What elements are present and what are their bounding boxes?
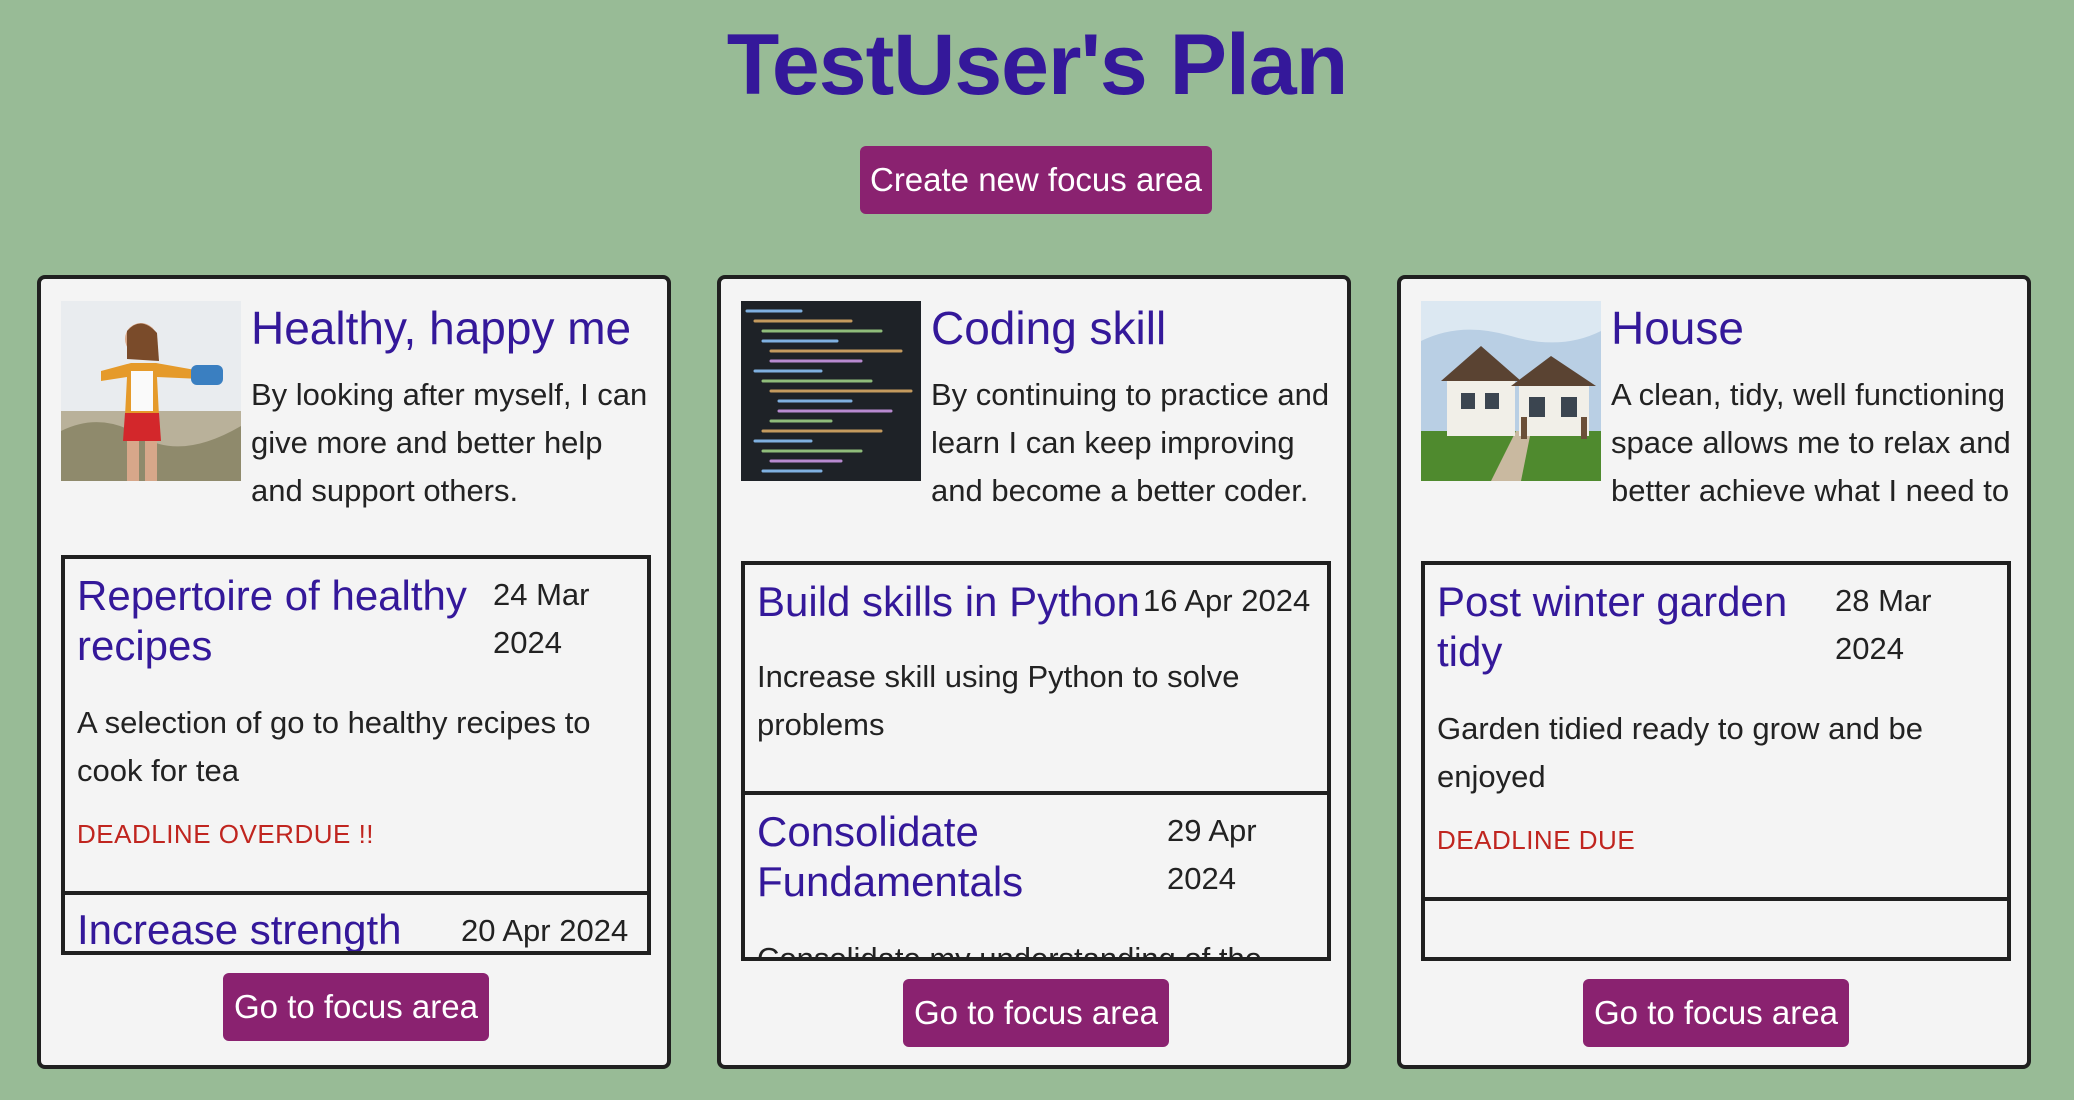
focus-area-image [1421,301,1601,481]
focus-area-card: Healthy, happy me By looking after mysel… [37,275,671,1069]
page-title: TestUser's Plan [726,17,1348,113]
house-icon [1421,301,1601,481]
goal-date: 16 Apr 2024 [1143,583,1311,618]
goal-title[interactable]: Post winter garden tidy [1437,577,1817,677]
woman-outdoors-icon [61,301,241,481]
goals-list[interactable]: Repertoire of healthy recipes 24 Mar 202… [61,555,651,955]
deadline-status: DEADLINE OVERDUE !! [77,819,375,849]
code-editor-icon [741,301,921,481]
create-focus-area-button[interactable]: Create new focus area [860,146,1212,214]
focus-area-description: By continuing to practice and learn I ca… [931,377,1330,508]
goal-item[interactable]: Consolidate Fundamentals 29 Apr 2024 Con… [745,795,1327,961]
focus-area-title: Coding skill [931,302,1167,354]
goal-item[interactable]: Post winter garden tidy 28 Mar 2024 Gard… [1425,565,2007,901]
goal-title[interactable]: Increase strength [77,905,402,951]
focus-area-description: A clean, tidy, well functioning space al… [1611,377,2011,508]
goal-description: Garden tidied ready to grow and be enjoy… [1437,711,1923,794]
goal-date: 28 Mar 2024 [1835,583,1932,666]
goal-description: A selection of go to healthy recipes to … [77,705,591,788]
focus-area-image [61,301,241,481]
deadline-status: DEADLINE DUE [1437,825,1636,855]
goal-description: Increase skill using Python to solve pro… [757,659,1240,742]
goals-list[interactable]: Post winter garden tidy 28 Mar 2024 Gard… [1421,561,2011,961]
plan-page: TestUser's Plan Create new focus area He… [0,0,2074,1100]
goal-item[interactable]: Build skills in Python 16 Apr 2024 Incre… [745,565,1327,795]
goal-title[interactable]: Build skills in Python [757,577,1140,627]
focus-area-image [741,301,921,481]
goal-description: Consolidate my understanding of the [757,941,1262,961]
focus-area-title: House [1611,302,1744,354]
go-to-focus-area-button[interactable]: Go to focus area [223,973,489,1041]
goal-title[interactable]: Repertoire of healthy recipes [77,571,477,671]
goal-item[interactable]: Increase strength 20 Apr 2024 [65,895,647,951]
goals-list[interactable]: Build skills in Python 16 Apr 2024 Incre… [741,561,1331,961]
focus-area-description: By looking after myself, I can give more… [251,377,648,508]
goal-date: 29 Apr 2024 [1167,813,1257,896]
go-to-focus-area-button[interactable]: Go to focus area [1583,979,1849,1047]
goal-date: 24 Mar 2024 [493,577,590,660]
goal-date: 20 Apr 2024 [461,913,629,948]
focus-area-card: House A clean, tidy, well functioning sp… [1397,275,2031,1069]
focus-area-title: Healthy, happy me [251,302,632,354]
focus-area-card: Coding skill By continuing to practice a… [717,275,1351,1069]
go-to-focus-area-button[interactable]: Go to focus area [903,979,1169,1047]
goal-title[interactable]: Consolidate Fundamentals [757,807,1117,907]
goal-item[interactable]: Repertoire of healthy recipes 24 Mar 202… [65,559,647,895]
